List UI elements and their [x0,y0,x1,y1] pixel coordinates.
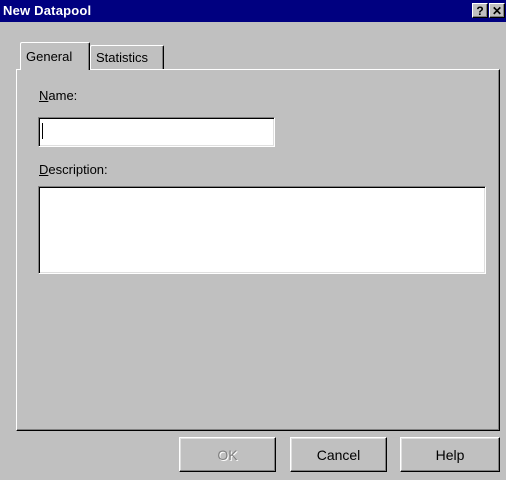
ok-button[interactable]: OK [179,437,276,472]
tab-statistics[interactable]: Statistics [90,45,164,69]
tab-statistics-label: Statistics [96,50,149,65]
tab-general[interactable]: General [20,42,90,70]
description-field[interactable] [38,186,486,274]
title-bar[interactable]: New Datapool ? ✕ [0,0,506,22]
name-label-text: ame: [48,88,78,103]
description-label-text: escription: [48,162,108,177]
name-label: Name: [39,88,77,103]
name-field[interactable] [38,117,275,147]
help-icon[interactable]: ? [472,3,488,18]
description-label: Description: [39,162,108,177]
close-icon[interactable]: ✕ [489,3,505,18]
cancel-button[interactable]: Cancel [290,437,387,472]
tab-general-label: General [26,49,73,64]
new-datapool-dialog: New Datapool ? ✕ General Statistics Name… [0,0,506,480]
text-caret [42,123,43,139]
help-button[interactable]: Help [400,437,500,472]
general-tab-panel: Name: Description: [16,69,500,431]
description-label-mnemonic: D [39,162,49,177]
window-title: New Datapool [3,3,92,18]
name-label-mnemonic: N [39,88,49,103]
